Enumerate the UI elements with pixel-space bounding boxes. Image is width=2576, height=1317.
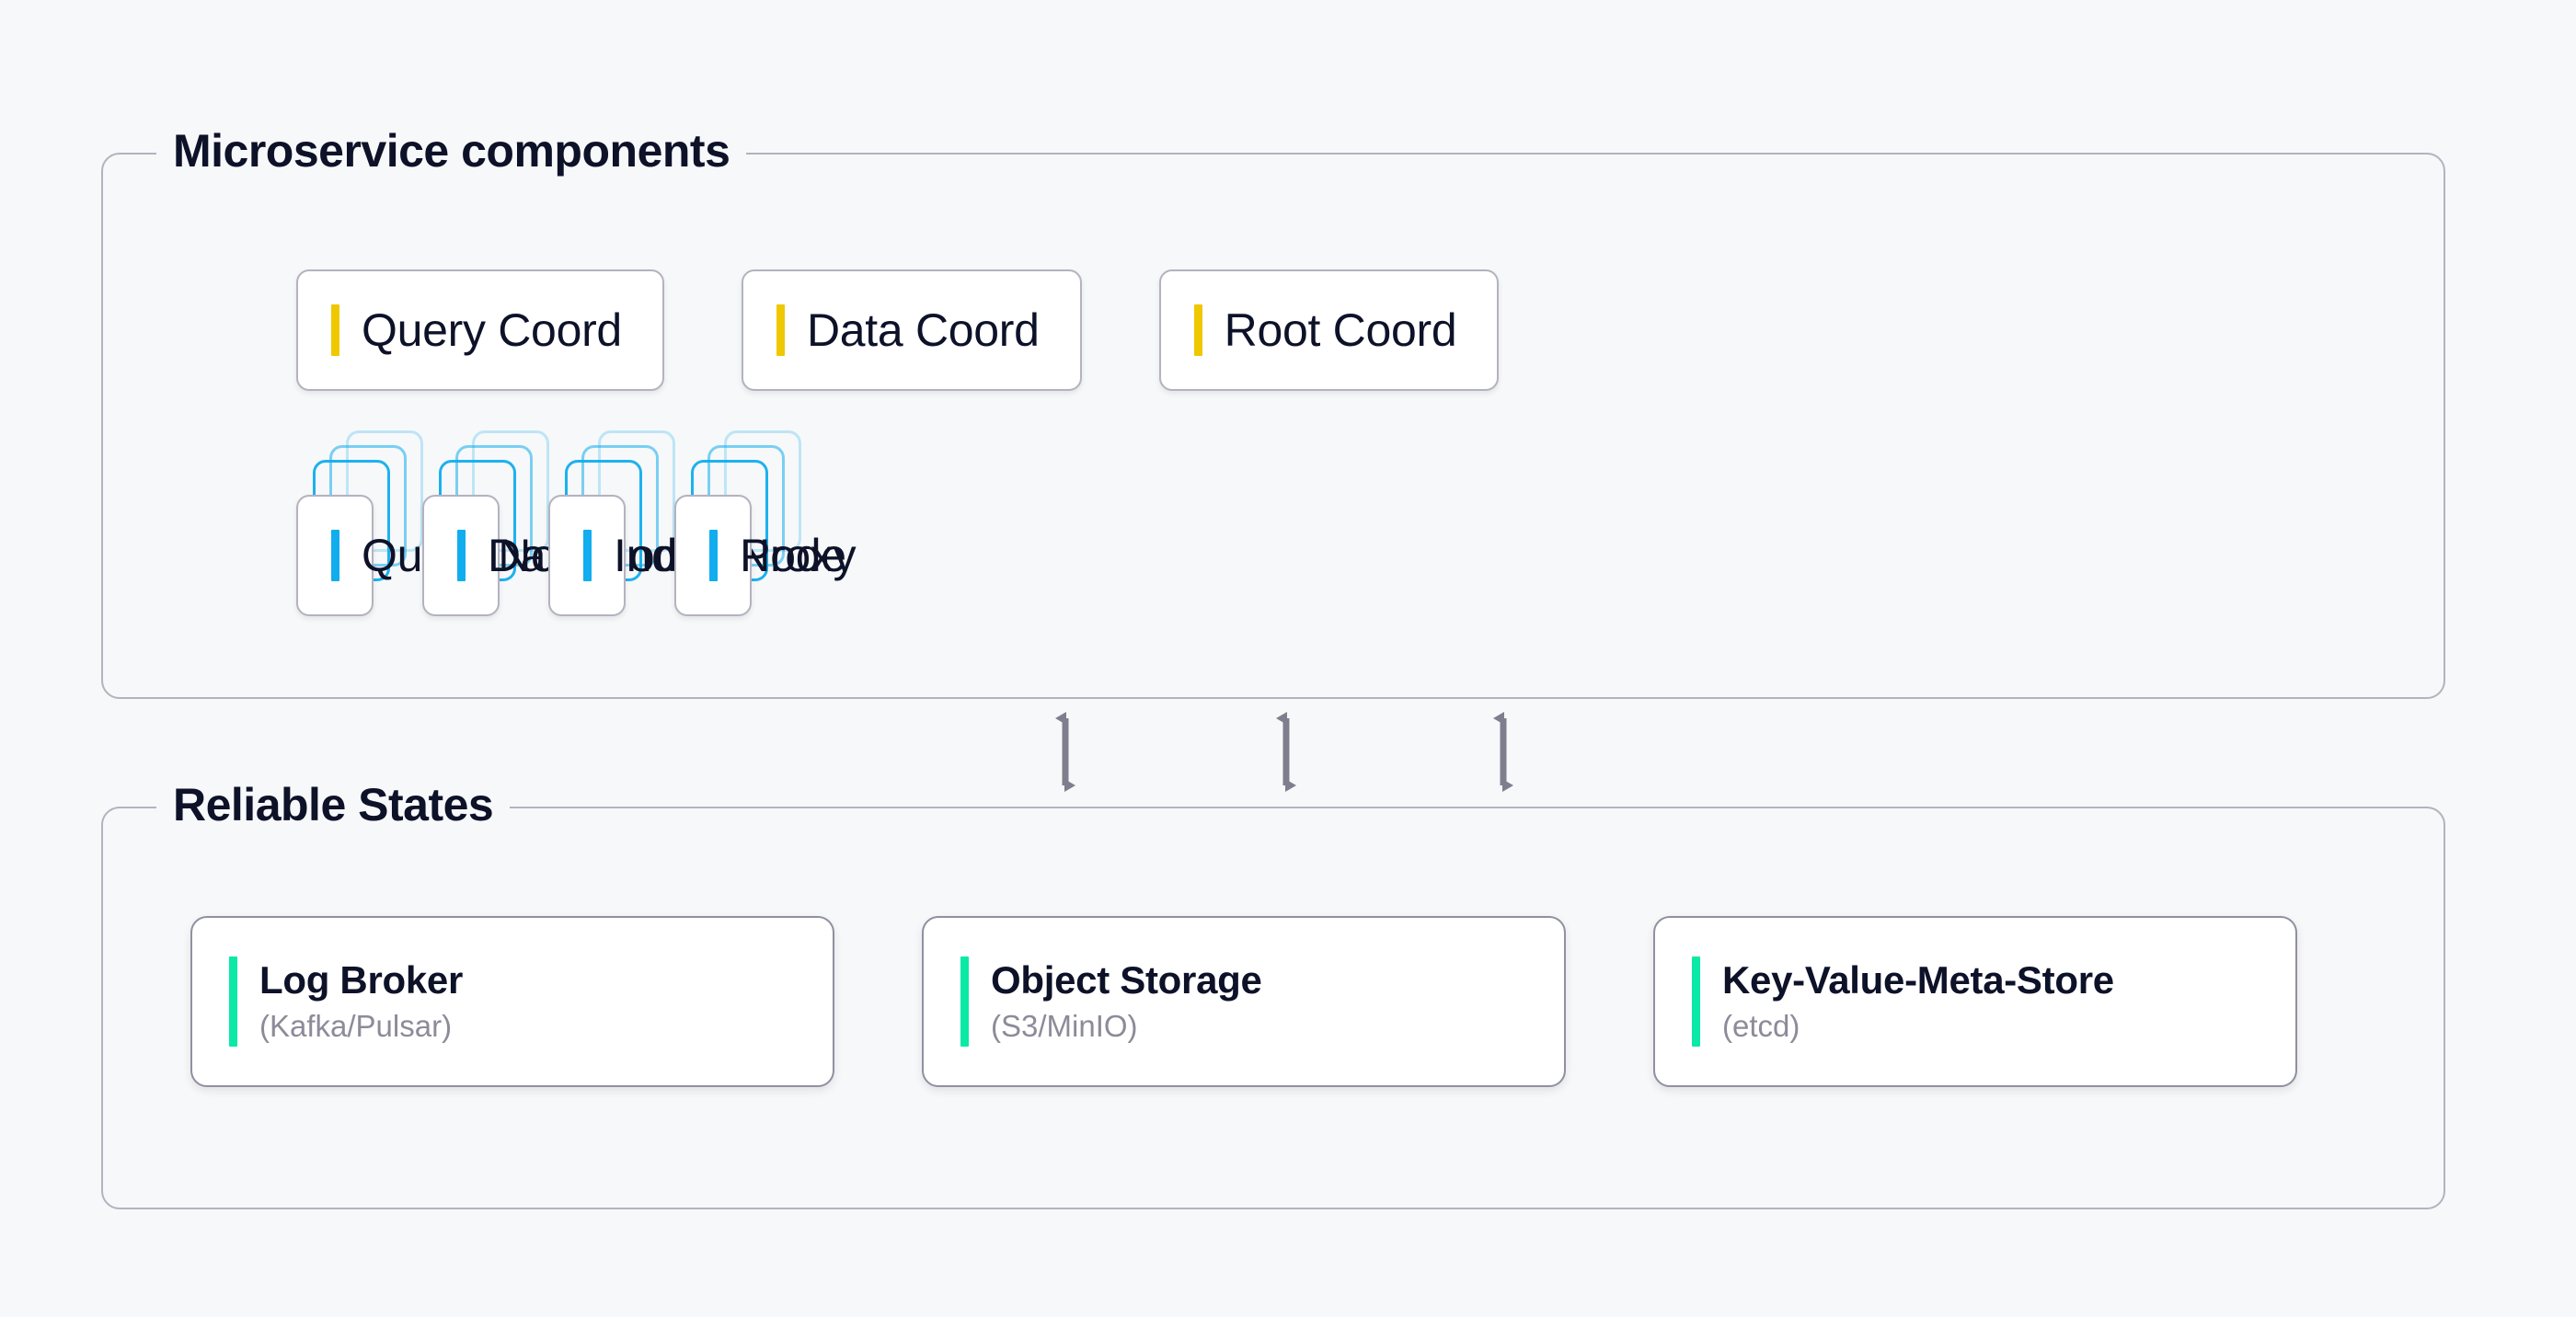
accent-bar-icon: [583, 530, 592, 581]
accent-bar-icon: [709, 530, 718, 581]
accent-bar-icon: [1692, 956, 1700, 1047]
connector-arrow-group: [994, 694, 1564, 809]
card-label: Proxy: [740, 533, 856, 578]
reliable-state-card-row: Log Broker (Kafka/Pulsar) Object Storage…: [190, 916, 2297, 1087]
card-title: Object Storage: [991, 958, 1262, 1002]
card-query-node[interactable]: Query Node: [296, 495, 374, 616]
card-subtitle: (S3/MinIO): [991, 1007, 1262, 1045]
card-stack-proxy[interactable]: Proxy: [674, 475, 752, 631]
card-root-coord[interactable]: Root Coord: [1159, 269, 1500, 391]
card-text-block: Key-Value-Meta-Store (etcd): [1722, 958, 2114, 1045]
card-label: Root Coord: [1225, 307, 1457, 353]
card-index-node[interactable]: Index Node: [548, 495, 626, 616]
accent-bar-icon: [457, 530, 466, 581]
accent-bar-icon: [960, 956, 969, 1047]
card-log-broker[interactable]: Log Broker (Kafka/Pulsar): [190, 916, 834, 1087]
card-subtitle: (Kafka/Pulsar): [259, 1007, 463, 1045]
card-stack-query-node[interactable]: Query Node: [296, 475, 374, 631]
card-object-storage[interactable]: Object Storage (S3/MinIO): [922, 916, 1566, 1087]
accent-bar-icon: [331, 304, 339, 356]
card-text-block: Log Broker (Kafka/Pulsar): [259, 958, 463, 1045]
card-label: Data Coord: [807, 307, 1040, 353]
card-title: Log Broker: [259, 958, 463, 1002]
card-data-coord[interactable]: Data Coord: [742, 269, 1082, 391]
coordinator-card-row: Query Coord Data Coord Root Coord: [296, 269, 1499, 391]
card-stack-index-node[interactable]: Index Node: [548, 475, 626, 631]
section-title-reliable-states: Reliable States: [156, 778, 510, 831]
card-text-block: Object Storage (S3/MinIO): [991, 958, 1262, 1045]
card-data-node[interactable]: Data Node: [422, 495, 500, 616]
section-reliable-states: Reliable States Log Broker (Kafka/Pulsar…: [101, 807, 2445, 1209]
card-label: Query Coord: [362, 307, 622, 353]
accent-bar-icon: [229, 956, 237, 1047]
card-proxy[interactable]: Proxy: [674, 495, 752, 616]
node-card-row: Query Node Data Node Index Node: [296, 475, 752, 631]
accent-bar-icon: [1194, 304, 1202, 356]
accent-bar-icon: [331, 530, 339, 581]
card-query-coord[interactable]: Query Coord: [296, 269, 664, 391]
section-microservice-components: Microservice components Query Coord Data…: [101, 153, 2445, 699]
card-title: Key-Value-Meta-Store: [1722, 958, 2114, 1002]
card-subtitle: (etcd): [1722, 1007, 2114, 1045]
accent-bar-icon: [776, 304, 785, 356]
diagram-canvas: Microservice components Query Coord Data…: [0, 0, 2576, 1317]
section-title-microservice-components: Microservice components: [156, 124, 746, 178]
card-stack-data-node[interactable]: Data Node: [422, 475, 500, 631]
card-key-value-meta-store[interactable]: Key-Value-Meta-Store (etcd): [1653, 916, 2297, 1087]
